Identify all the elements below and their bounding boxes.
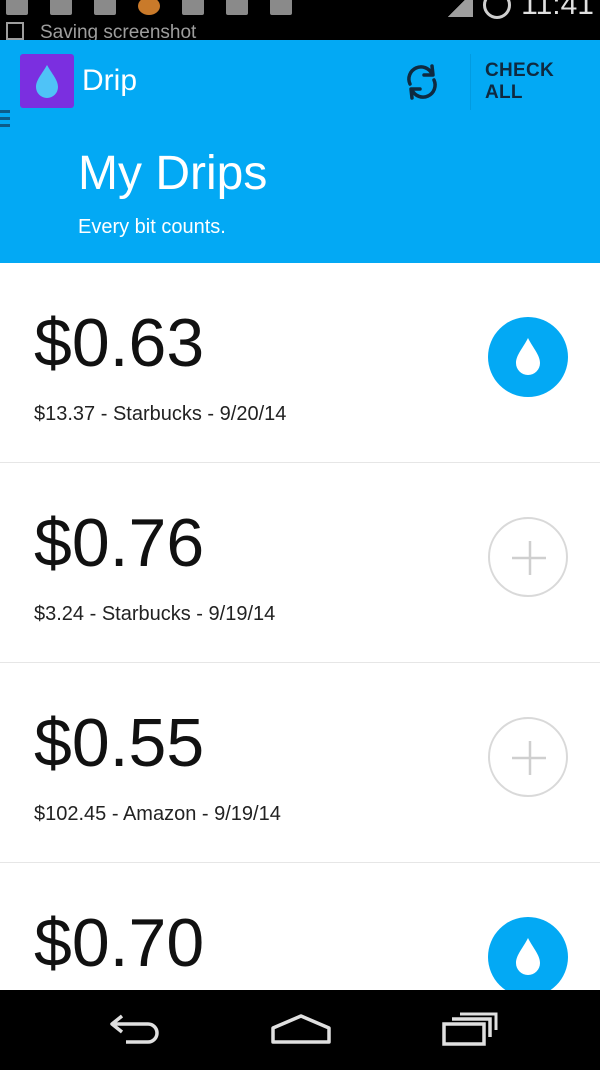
navigation-bar <box>0 990 600 1070</box>
app-bar: Drip CHECK ALL My Drips Every bit counts… <box>0 40 600 263</box>
back-icon[interactable] <box>104 1012 164 1051</box>
refresh-icon[interactable] <box>402 62 442 102</box>
drip-row[interactable]: $0.63 $13.37 - Starbucks - 9/20/14 <box>0 263 600 463</box>
notification-icon <box>226 0 248 15</box>
water-drop-icon <box>516 938 540 975</box>
notification-icon <box>94 0 116 15</box>
water-drop-icon <box>36 65 58 98</box>
drip-detail: $3.24 - Starbucks - 9/19/14 <box>34 603 276 625</box>
drip-toggle-unchecked[interactable] <box>488 517 568 597</box>
signal-icon <box>447 0 474 17</box>
plus-icon <box>512 541 546 575</box>
drip-toggle-checked[interactable] <box>488 317 568 397</box>
notification-text: Saving screenshot <box>40 22 197 40</box>
drip-detail: $13.37 - Starbucks - 9/20/14 <box>34 403 287 425</box>
notification-icon <box>6 0 28 15</box>
drip-row[interactable]: $0.76 $3.24 - Starbucks - 9/19/14 <box>0 463 600 663</box>
status-clock: 11:41 <box>521 0 594 21</box>
notification-icons <box>6 0 292 18</box>
notification-icon <box>182 0 204 15</box>
drip-row[interactable]: $0.55 $102.45 - Amazon - 9/19/14 <box>0 663 600 863</box>
page-subtitle: Every bit counts. <box>78 216 226 238</box>
alarm-icon <box>483 0 512 19</box>
drip-amount: $0.70 <box>34 905 205 981</box>
drip-list: $0.63 $13.37 - Starbucks - 9/20/14 $0.76… <box>0 263 600 1063</box>
screenshot-icon <box>6 22 24 40</box>
drip-amount: $0.63 <box>34 305 205 381</box>
water-drop-icon <box>516 338 540 375</box>
notification-icon <box>270 0 292 15</box>
notification-ticker: Saving screenshot <box>6 22 196 40</box>
home-icon[interactable] <box>268 1012 334 1051</box>
notification-icon <box>50 0 72 15</box>
plus-icon <box>512 741 546 775</box>
status-bar: Saving screenshot 11:41 <box>0 0 600 40</box>
status-indicators: 11:41 <box>447 0 594 22</box>
drip-toggle-unchecked[interactable] <box>488 717 568 797</box>
page-title: My Drips <box>78 147 268 200</box>
app-logo[interactable] <box>20 54 74 108</box>
check-all-button[interactable]: CHECK ALL <box>470 54 600 110</box>
drip-detail: $102.45 - Amazon - 9/19/14 <box>34 803 281 825</box>
recents-icon[interactable] <box>440 1012 500 1051</box>
drip-toggle-checked[interactable] <box>488 917 568 997</box>
drip-amount: $0.76 <box>34 505 205 581</box>
menu-icon[interactable] <box>0 110 10 128</box>
drip-amount: $0.55 <box>34 705 205 781</box>
notification-icon <box>138 0 160 15</box>
app-name: Drip <box>82 64 138 97</box>
